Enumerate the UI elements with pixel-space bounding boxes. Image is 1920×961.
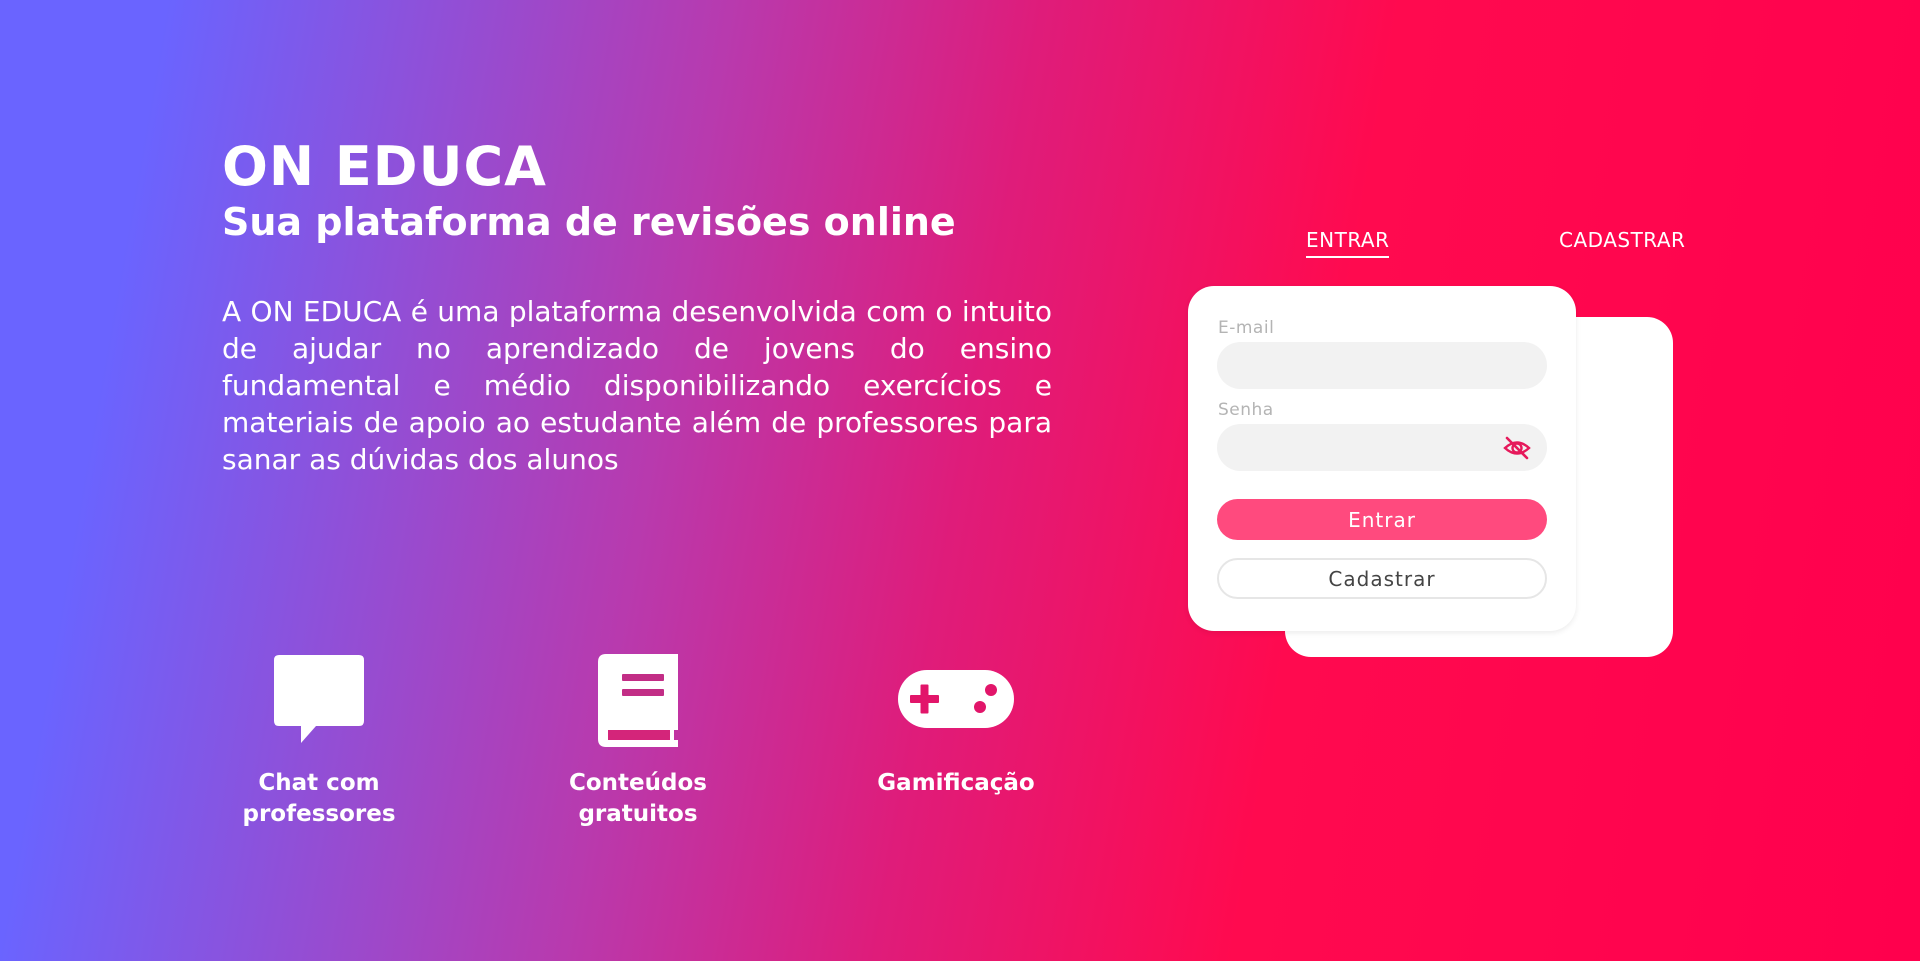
feature-label-line: Conteúdos (569, 770, 707, 796)
feature-label: Chat com professores (219, 768, 419, 830)
feature-label-line: Chat com (258, 770, 380, 796)
feature-label: Conteúdos gratuitos (538, 768, 738, 830)
gamepad-icon (856, 650, 1056, 750)
brand-title: ON EDUCA (222, 135, 547, 198)
feature-label-line: professores (242, 801, 396, 827)
chat-icon (219, 650, 419, 750)
hero-description: A ON EDUCA é uma plataforma desenvolvida… (222, 295, 1052, 476)
tab-entrar[interactable]: ENTRAR (1306, 228, 1390, 258)
email-field[interactable] (1217, 342, 1547, 389)
login-card: E-mail Senha Entrar Cadastrar (1188, 286, 1576, 631)
register-button[interactable]: Cadastrar (1217, 558, 1547, 599)
feature-chat: Chat com professores (219, 650, 419, 830)
hero-subtitle: Sua plataforma de revisões online (222, 200, 956, 244)
feature-content: Conteúdos gratuitos (538, 650, 738, 830)
password-label: Senha (1218, 400, 1274, 420)
features-list: Chat com professores Conteúdos gratuitos (219, 650, 1035, 840)
email-label: E-mail (1218, 318, 1275, 338)
book-icon (538, 650, 738, 750)
hero-section: ON EDUCA Sua plataforma de revisões onli… (222, 135, 1052, 478)
login-submit-button[interactable]: Entrar (1217, 499, 1547, 540)
feature-label-line: gratuitos (578, 801, 698, 827)
tab-cadastrar[interactable]: CADASTRAR (1559, 228, 1685, 256)
feature-gamification: Gamificação (856, 650, 1056, 799)
eye-slash-icon[interactable] (1502, 434, 1532, 462)
feature-label-line: Gamificação (877, 770, 1035, 796)
password-field[interactable] (1217, 424, 1547, 471)
feature-label: Gamificação (856, 768, 1056, 799)
auth-tabs: ENTRAR CADASTRAR (1300, 228, 1740, 262)
